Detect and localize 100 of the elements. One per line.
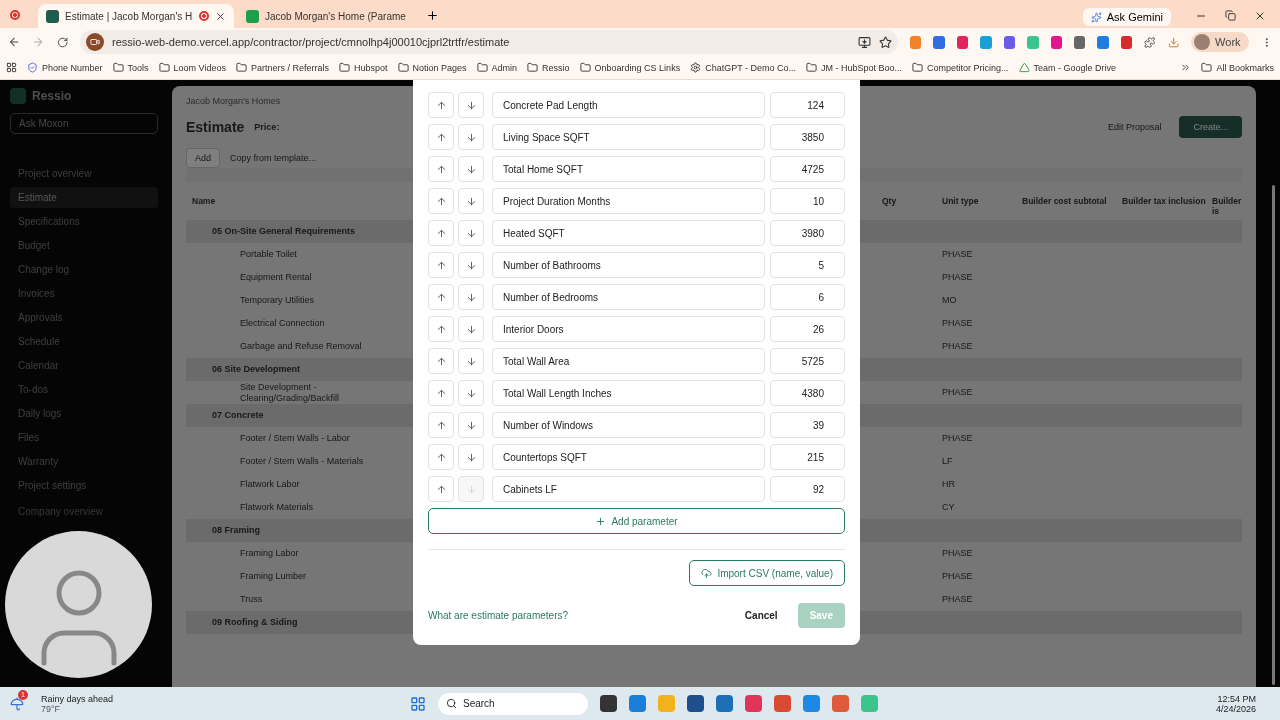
move-down-button[interactable]: [458, 316, 484, 342]
parameter-name-field[interactable]: Number of Bathrooms: [492, 252, 765, 278]
move-down-button[interactable]: [458, 348, 484, 374]
start-icon[interactable]: [410, 695, 426, 712]
parameter-value-field[interactable]: 10: [770, 188, 845, 214]
restore-icon[interactable]: [1225, 10, 1236, 21]
move-up-button[interactable]: [428, 316, 454, 342]
extension-icon[interactable]: [910, 35, 922, 49]
extension-icon[interactable]: [980, 35, 992, 49]
forward-icon[interactable]: [32, 35, 45, 49]
ask-gemini-button[interactable]: Ask Gemini: [1082, 8, 1171, 26]
more-bookmarks-icon[interactable]: [1180, 62, 1192, 73]
parameter-value-field[interactable]: 215: [770, 444, 845, 470]
bookmark-item[interactable]: Hubspot: [338, 62, 388, 73]
close-icon[interactable]: [1254, 10, 1266, 22]
address-bar[interactable]: ressio-web-demo.vercel.app/contractor/project/cmnolhp4j00010cjprl2trtfr/estimate: [80, 30, 898, 54]
bookmark-item[interactable]: Tools: [112, 62, 149, 73]
parameter-value-field[interactable]: 3980: [770, 220, 845, 246]
close-icon[interactable]: [215, 10, 226, 22]
move-down-button[interactable]: [458, 92, 484, 118]
move-down-button[interactable]: [458, 124, 484, 150]
move-down-button[interactable]: [458, 412, 484, 438]
bookmark-item[interactable]: All Bookmarks: [1201, 62, 1274, 73]
extension-icon[interactable]: [1003, 35, 1016, 49]
move-down-button[interactable]: [458, 444, 484, 470]
move-down-button[interactable]: [458, 284, 484, 310]
move-down-button[interactable]: [458, 220, 484, 246]
install-icon[interactable]: [858, 35, 871, 49]
bookmark-item[interactable]: ChatGPT - Demo Co...: [690, 62, 796, 73]
edit-proposal-button[interactable]: Edit Proposal: [1099, 118, 1170, 136]
parameter-name-field[interactable]: Number of Windows: [492, 412, 765, 438]
move-up-button[interactable]: [428, 156, 454, 182]
extension-icon[interactable]: [1097, 35, 1109, 49]
parameter-value-field[interactable]: 6: [770, 284, 845, 310]
parameter-value-field[interactable]: 92: [770, 476, 845, 502]
extension-icon[interactable]: [1073, 35, 1086, 49]
import-csv-button[interactable]: Import CSV (name, value): [689, 560, 845, 586]
parameter-name-field[interactable]: Total Wall Length Inches: [492, 380, 765, 406]
move-down-button[interactable]: [458, 188, 484, 214]
parameter-value-field[interactable]: 4380: [770, 380, 845, 406]
bookmark-item[interactable]: Phone Number: [27, 62, 103, 73]
new-tab-icon[interactable]: [426, 9, 439, 22]
extension-icon[interactable]: [933, 35, 945, 49]
help-link[interactable]: What are estimate parameters?: [428, 610, 569, 621]
back-icon[interactable]: [8, 35, 21, 49]
create-button[interactable]: Create...: [1179, 116, 1242, 138]
parameter-value-field[interactable]: 5725: [770, 348, 845, 374]
bookmark-item[interactable]: Loom Videos: [158, 62, 226, 73]
parameter-name-field[interactable]: Heated SQFT: [492, 220, 765, 246]
parameter-name-field[interactable]: Living Space SQFT: [492, 124, 765, 150]
parameter-name-field[interactable]: Concrete Pad Length: [492, 92, 765, 118]
taskbar-app-icon[interactable]: [600, 695, 617, 712]
parameter-value-field[interactable]: 26: [770, 316, 845, 342]
parameter-name-field[interactable]: Total Home SQFT: [492, 156, 765, 182]
extension-icon[interactable]: [956, 35, 969, 49]
move-up-button[interactable]: [428, 188, 454, 214]
move-up-button[interactable]: [428, 348, 454, 374]
parameter-value-field[interactable]: 39: [770, 412, 845, 438]
parameter-name-field[interactable]: Interior Doors: [492, 316, 765, 342]
move-up-button[interactable]: [428, 476, 454, 502]
bookmark-item[interactable]: Onboarding CS Links: [579, 62, 681, 73]
copy-template-link[interactable]: Copy from template...: [230, 153, 317, 163]
parameter-value-field[interactable]: 3850: [770, 124, 845, 150]
reload-icon[interactable]: [56, 35, 68, 49]
move-down-button[interactable]: [458, 156, 484, 182]
bookmark-item[interactable]: Partners / Referrals: [235, 62, 329, 73]
add-parameter-button[interactable]: Add parameter: [428, 508, 845, 534]
bookmark-item[interactable]: Competitor Pricing...: [912, 62, 1009, 73]
taskbar-search[interactable]: Search: [438, 692, 588, 715]
bookmark-star-icon[interactable]: [879, 35, 892, 49]
move-up-button[interactable]: [428, 220, 454, 246]
add-button[interactable]: Add: [186, 148, 220, 168]
taskbar-app-icon[interactable]: [687, 695, 704, 712]
apps-icon[interactable]: [6, 62, 17, 73]
move-up-button[interactable]: [428, 444, 454, 470]
move-down-button[interactable]: [458, 380, 484, 406]
taskbar-app-icon[interactable]: [716, 695, 733, 712]
browser-tab[interactable]: Estimate | Jacob Morgan's H: [38, 4, 234, 28]
parameter-value-field[interactable]: 5: [770, 252, 845, 278]
move-up-button[interactable]: [428, 380, 454, 406]
move-up-button[interactable]: [428, 412, 454, 438]
parameter-name-field[interactable]: Total Wall Area: [492, 348, 765, 374]
bookmark-item[interactable]: Ressio: [527, 62, 570, 73]
parameter-name-field[interactable]: Project Duration Months: [492, 188, 765, 214]
move-up-button[interactable]: [428, 92, 454, 118]
bookmark-item[interactable]: Team - Google Drive: [1018, 62, 1117, 73]
parameter-value-field[interactable]: 4725: [770, 156, 845, 182]
move-down-button[interactable]: [458, 252, 484, 278]
move-up-button[interactable]: [428, 252, 454, 278]
download-icon[interactable]: [1167, 35, 1180, 49]
cancel-button[interactable]: Cancel: [738, 609, 784, 622]
bookmark-item[interactable]: Admin: [476, 62, 518, 73]
move-up-button[interactable]: [428, 284, 454, 310]
parameter-name-field[interactable]: Number of Bedrooms: [492, 284, 765, 310]
bookmark-item[interactable]: Notion Pages: [397, 62, 467, 73]
parameter-name-field[interactable]: Countertops SQFT: [492, 444, 765, 470]
extension-icon[interactable]: [1120, 35, 1133, 49]
parameter-value-field[interactable]: 124: [770, 92, 845, 118]
parameter-name-field[interactable]: Cabinets LF: [492, 476, 765, 502]
move-up-button[interactable]: [428, 124, 454, 150]
